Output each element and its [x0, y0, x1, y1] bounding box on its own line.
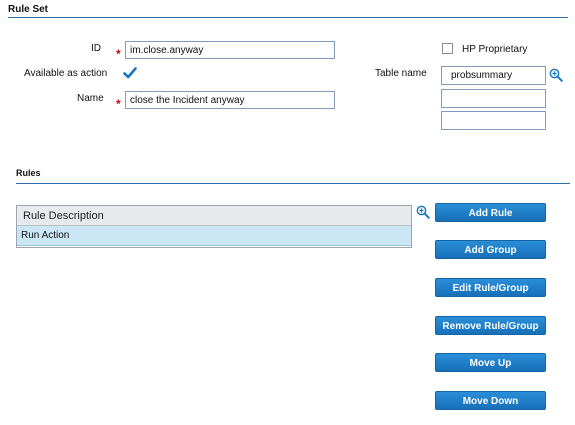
name-field[interactable]: close the Incident anyway [125, 91, 335, 109]
table-name-search-icon[interactable] [549, 68, 563, 82]
add-group-button[interactable]: Add Group [435, 240, 546, 259]
table-name-field-1[interactable]: probsummary [441, 66, 546, 85]
edit-rule-group-button[interactable]: Edit Rule/Group [435, 278, 546, 297]
name-required-marker: * [116, 97, 121, 111]
rules-grid: Rule Description Run Action [16, 205, 412, 248]
add-rule-button[interactable]: Add Rule [435, 203, 546, 222]
name-label: Name [77, 93, 104, 104]
move-down-button[interactable]: Move Down [435, 391, 546, 410]
id-required-marker: * [116, 47, 121, 61]
rules-search-icon[interactable] [416, 205, 430, 219]
available-as-action-checkbox[interactable] [123, 66, 137, 80]
move-up-button[interactable]: Move Up [435, 353, 546, 372]
table-name-field-2[interactable] [441, 89, 546, 108]
table-row[interactable]: Run Action [17, 226, 411, 246]
rule-set-title: Rule Set [8, 4, 49, 15]
remove-rule-group-button[interactable]: Remove Rule/Group [435, 316, 546, 335]
id-field[interactable]: im.close.anyway [125, 41, 335, 59]
hp-proprietary-label: HP Proprietary [462, 44, 528, 55]
hp-proprietary-checkbox[interactable] [442, 43, 453, 54]
rule-set-divider [8, 17, 568, 18]
id-label: ID [91, 43, 101, 54]
table-name-label: Table name [375, 68, 427, 79]
rule-description-header[interactable]: Rule Description [17, 206, 411, 226]
available-as-action-label: Available as action [24, 68, 108, 79]
rules-title: Rules [16, 168, 41, 178]
table-name-field-3[interactable] [441, 111, 546, 130]
rules-divider [16, 183, 570, 184]
checkmark-icon [123, 67, 137, 79]
